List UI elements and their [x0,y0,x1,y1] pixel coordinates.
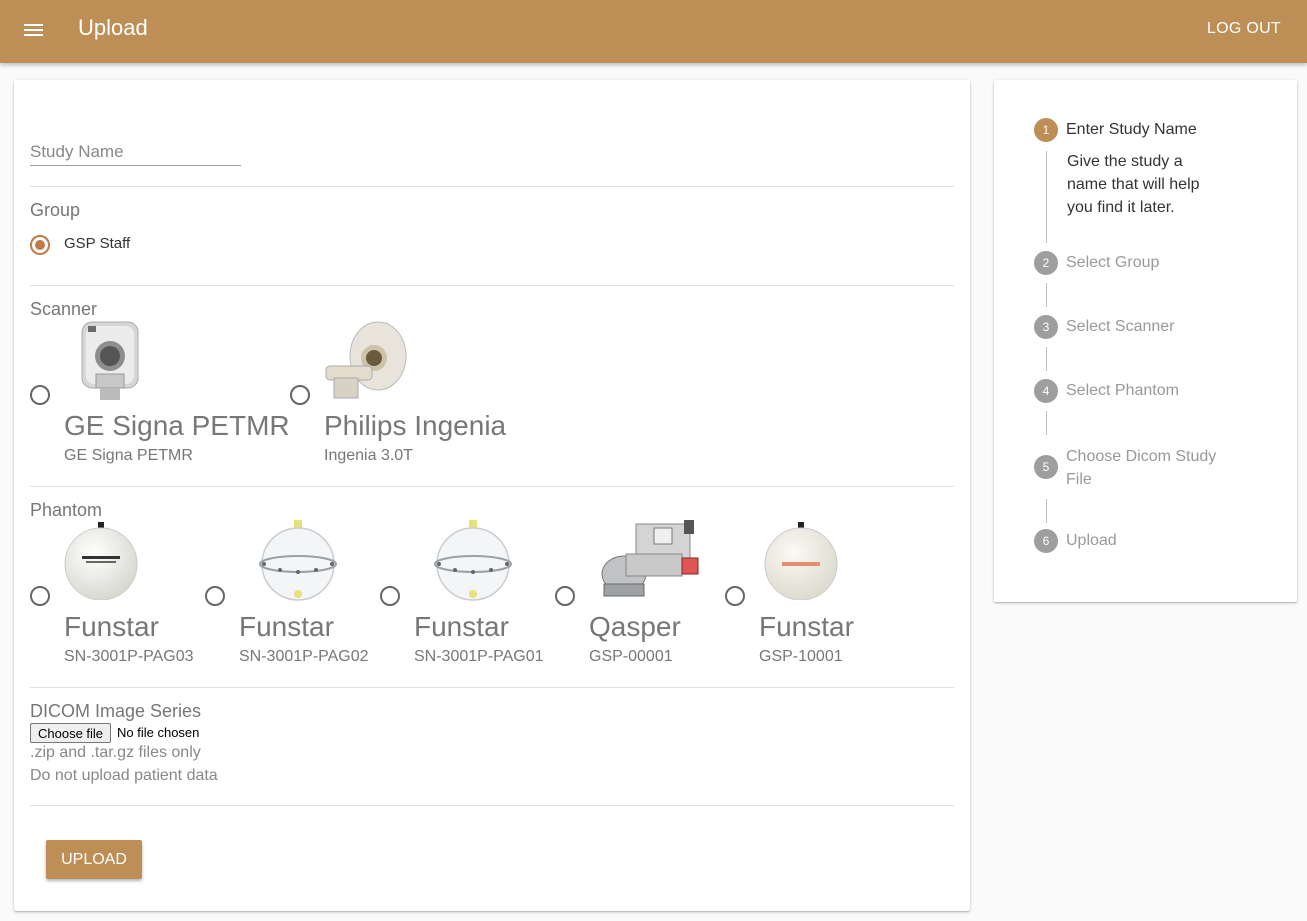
scanner-title: Philips Ingenia [324,410,507,441]
phantom-subtitle: SN-3001P-PAG03 [64,648,194,665]
step-number-4: 4 [1034,379,1058,403]
step-number-3: 3 [1034,315,1058,339]
step-number-6: 6 [1034,529,1058,553]
phantom-title: Funstar [414,611,509,642]
dicom-label: DICOM Image Series [30,701,202,721]
phantom-title: Funstar [64,611,159,642]
phantom-subtitle: SN-3001P-PAG01 [414,648,544,665]
upload-button[interactable]: UPLOAD [46,840,142,879]
phantom-title: Funstar [759,611,854,642]
phantom-sphere-image [764,522,840,600]
phantom-subtitle: GSP-10001 [759,648,843,665]
step-number-5: 5 [1034,455,1058,479]
phantom-radio-4[interactable] [555,586,575,606]
scanner-radio-ge[interactable] [30,385,50,405]
file-type-hint: .zip and .tar.gz files only [30,744,201,761]
qasper-phantom-image [596,520,702,602]
logout-button[interactable]: LOG OUT [1207,20,1281,38]
phantom-radio-2[interactable] [205,586,225,606]
study-name-input[interactable] [30,138,241,166]
scanner-subtitle: Ingenia 3.0T [324,447,413,464]
phantom-clear-sphere-image [258,520,338,602]
phantom-clear-sphere-image [433,520,513,602]
step-number-2: 2 [1034,251,1058,275]
divider [30,486,954,487]
phantom-subtitle: GSP-00001 [589,648,673,665]
scanner-radio-philips[interactable] [290,385,310,405]
phantom-radio-5[interactable] [725,586,745,606]
step-description: Give the study a name that will help you… [1067,153,1200,216]
divider [30,687,954,688]
step-connector [1046,499,1047,523]
phantom-radio-3[interactable] [380,586,400,606]
philips-scanner-image [324,318,408,402]
step-title-select-group: Select Group [1066,254,1160,271]
divider [30,805,954,806]
menu-icon[interactable] [17,18,51,44]
page-title: Upload [78,15,148,40]
step-title-upload: Upload [1066,532,1117,549]
scanner-title: GE Signa PETMR [64,410,290,441]
patient-data-hint: Do not upload patient data [30,767,218,784]
divider [30,186,954,187]
group-radio-gsp-staff[interactable] [30,235,50,255]
phantom-title: Funstar [239,611,334,642]
app-bar: Upload LOG OUT [0,0,1307,63]
phantom-title: Qasper [589,611,681,642]
group-label: Group [30,200,81,220]
phantom-subtitle: SN-3001P-PAG02 [239,648,369,665]
group-option-label: GSP Staff [64,235,131,252]
step-title-enter-study-name: Enter Study Name [1066,121,1197,138]
choose-file-button[interactable]: Choose file [30,723,112,743]
step-connector [1046,411,1047,435]
phantom-radio-1[interactable] [30,586,50,606]
step-connector [1046,347,1047,371]
ge-scanner-image [70,318,150,402]
file-status-text: No file chosen [117,725,200,740]
step-title-select-scanner: Select Scanner [1066,318,1175,335]
step-number-1: 1 [1034,118,1058,142]
step-title-choose-dicom: Choose Dicom Study File [1066,448,1217,488]
scanner-subtitle: GE Signa PETMR [64,447,193,464]
step-title-select-phantom: Select Phantom [1066,382,1179,399]
step-connector [1046,151,1047,243]
stepper-card: 1 Enter Study Name Give the study a name… [994,80,1297,602]
divider [30,285,954,286]
upload-form-card: Group GSP Staff Scanner GE Signa PETMR G… [14,80,970,911]
phantom-sphere-image [64,522,140,600]
scanner-label: Scanner [30,299,98,319]
step-connector [1046,283,1047,307]
phantom-label: Phantom [30,500,103,520]
